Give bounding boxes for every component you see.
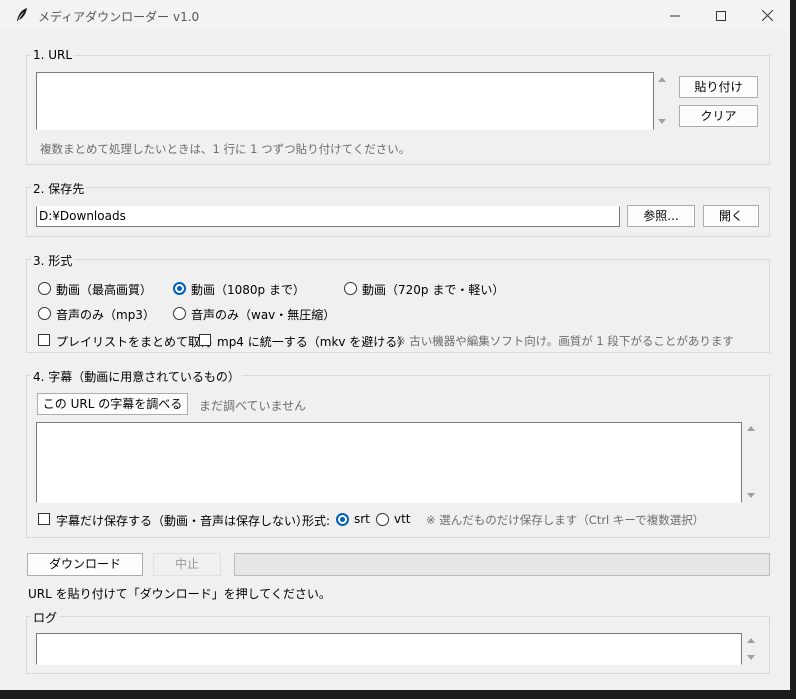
subtitle-label-srt: srt: [354, 512, 370, 526]
format-label-mp3: 音声のみ（mp3）: [56, 308, 155, 322]
mp4-note: ※ 古い機器や編集ソフト向け。画質が 1 段下がることがあります: [396, 334, 734, 348]
feather-icon: [17, 8, 27, 21]
stop-button[interactable]: 中止: [153, 553, 221, 576]
save-path-input[interactable]: D:¥Downloads: [36, 206, 620, 227]
download-button[interactable]: ダウンロード: [27, 553, 143, 576]
subtitle-only-checkbox[interactable]: [38, 513, 50, 525]
save-frame-label: 2. 保存先: [31, 180, 87, 197]
url-scroll-up-icon[interactable]: [658, 77, 666, 82]
clear-button[interactable]: クリア: [679, 105, 758, 127]
format-radio-1080p[interactable]: [173, 282, 186, 295]
format-label-wav: 音声のみ（wav・無圧縮）: [191, 308, 336, 322]
title-bar[interactable]: メディアダウンローダー v1.0: [0, 0, 790, 31]
format-radio-best[interactable]: [38, 282, 51, 295]
subtitle-format-label: 形式:: [302, 514, 331, 528]
close-button[interactable]: [744, 0, 790, 31]
mp4-checkbox[interactable]: [199, 334, 211, 346]
minimize-icon: [670, 15, 680, 16]
log-scroll-up-icon[interactable]: [747, 638, 755, 643]
mp4-label: mp4 に統一する（mkv を避ける）: [217, 335, 410, 349]
format-radio-mp3[interactable]: [38, 307, 51, 320]
subtitle-radio-srt[interactable]: [336, 513, 349, 526]
url-textarea[interactable]: [36, 72, 654, 130]
maximize-button[interactable]: [698, 0, 744, 31]
close-icon: [761, 10, 773, 21]
subtitle-radio-vtt[interactable]: [376, 513, 389, 526]
subtitle-list[interactable]: [36, 422, 742, 503]
url-hint: 複数まとめて処理したいときは、1 行に 1 つずつ貼り付けてください。: [40, 142, 411, 156]
subtitle-scroll-up-icon[interactable]: [747, 426, 755, 431]
subtitle-note: ※ 選んだものだけ保存します（Ctrl キーで複数選択）: [426, 513, 705, 527]
format-radio-wav[interactable]: [173, 307, 186, 320]
url-frame-label: 1. URL: [31, 48, 75, 62]
minimize-button[interactable]: [652, 0, 698, 31]
open-folder-button[interactable]: 開く: [703, 205, 759, 227]
browse-button[interactable]: 参照...: [627, 205, 695, 227]
window-title: メディアダウンローダー v1.0: [38, 10, 200, 24]
status-message: URL を貼り付けて「ダウンロード」を押してください。: [28, 587, 331, 601]
subtitle-frame-label: 4. 字幕（動画に用意されているもの）: [31, 368, 242, 385]
paste-button[interactable]: 貼り付け: [679, 76, 758, 98]
url-scroll-down-icon[interactable]: [658, 119, 666, 124]
playlist-label: プレイリストをまとめて取得: [56, 335, 213, 349]
log-scroll-down-icon[interactable]: [747, 655, 755, 660]
log-frame-label: ログ: [31, 609, 60, 626]
maximize-icon: [716, 10, 726, 21]
subtitle-status: まだ調べていません: [199, 399, 307, 413]
subtitle-only-label: 字幕だけ保存する（動画・音声は保存しない）: [56, 514, 309, 528]
format-label-best: 動画（最高画質）: [56, 283, 153, 297]
app-window: メディアダウンローダー v1.0 1. URL 貼り付け クリア 複数まとめて処…: [0, 0, 790, 690]
check-subtitles-button[interactable]: この URL の字幕を調べる: [37, 393, 188, 415]
download-progress-bar: [234, 553, 770, 576]
subtitle-label-vtt: vtt: [394, 512, 411, 526]
log-textarea[interactable]: [36, 633, 742, 665]
playlist-checkbox[interactable]: [38, 334, 50, 346]
format-frame-label: 3. 形式: [31, 252, 75, 269]
subtitle-scroll-down-icon[interactable]: [747, 493, 755, 498]
save-path-text: D:¥Downloads: [39, 209, 126, 223]
format-label-1080p: 動画（1080p まで）: [191, 283, 305, 297]
format-radio-720p[interactable]: [344, 282, 357, 295]
format-label-720p: 動画（720p まで・軽い）: [362, 283, 505, 297]
